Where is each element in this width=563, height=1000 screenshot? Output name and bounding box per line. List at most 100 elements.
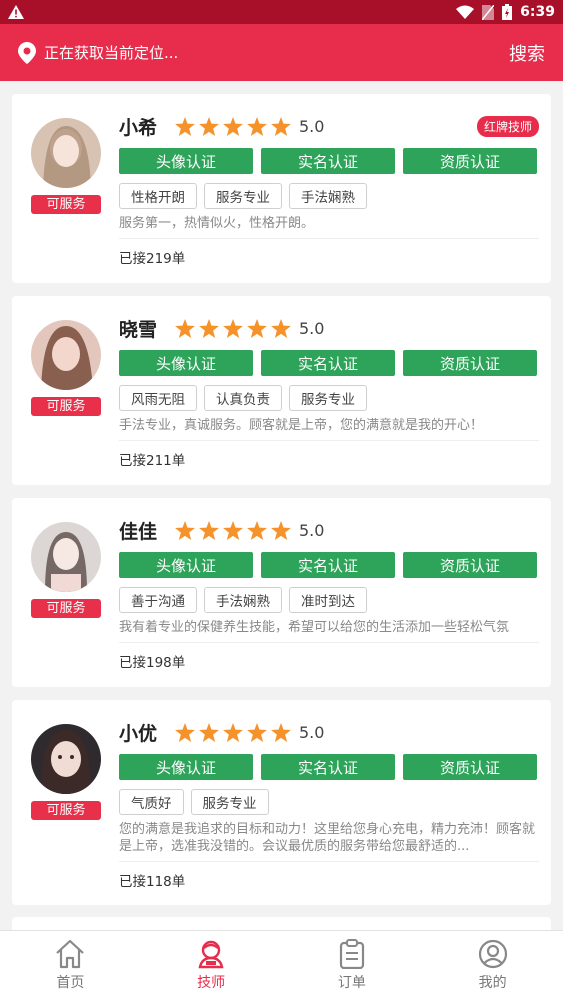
star-icon	[199, 520, 219, 540]
star-icon	[247, 722, 267, 742]
skill-tag: 风雨无阻	[119, 385, 197, 411]
avatar	[31, 724, 101, 794]
technician-description: 我有着专业的保健养生技能，希望可以给您的生活添加一些轻松气氛	[119, 620, 510, 635]
realname-cert-badge: 实名认证	[261, 552, 395, 578]
clock: 6:39	[520, 4, 555, 20]
wifi-icon	[456, 5, 475, 19]
star-icon	[223, 318, 243, 338]
star-icon	[223, 116, 243, 136]
skill-tag: 服务专业	[289, 385, 367, 411]
nav-label: 技师	[197, 975, 226, 991]
nav-item-mine[interactable]: 我的	[422, 931, 563, 1000]
clipboard-icon	[339, 939, 364, 969]
order-count: 已接211单	[119, 453, 186, 469]
skill-tag: 认真负责	[204, 385, 282, 411]
technician-card[interactable]: 可服务 小优 5.0 头像认证 实名认证 资质认证 气质好 服务专业 您的满意是…	[12, 700, 551, 905]
avatar	[31, 320, 101, 390]
technician-card[interactable]: 可服务 佳佳 5.0 头像认证 实名认证 资质认证 善于沟通 手法娴熟 准时到达…	[12, 498, 551, 687]
location-selector[interactable]: 正在获取当前定位...	[18, 41, 179, 64]
skill-tag: 服务专业	[204, 183, 282, 209]
nav-item-home[interactable]: 首页	[0, 931, 141, 1000]
status-badge: 可服务	[31, 801, 101, 820]
divider	[119, 440, 539, 441]
rating-value: 5.0	[299, 520, 325, 540]
technician-card[interactable]: 可服务 晓雪 5.0 头像认证 实名认证 资质认证 风雨无阻 认真负责 服务专业…	[12, 296, 551, 485]
skill-tag: 善于沟通	[119, 587, 197, 613]
technician-icon	[198, 940, 224, 969]
skill-tag: 手法娴熟	[289, 183, 367, 209]
avatar-cert-badge: 头像认证	[119, 350, 253, 376]
nav-label: 订单	[337, 975, 366, 991]
star-icon	[199, 722, 219, 742]
technician-description: 手法专业，真诚服务。顾客就是上帝，您的满意就是我的开心！	[119, 418, 484, 433]
divider	[119, 642, 539, 643]
star-rating	[175, 520, 291, 540]
search-button[interactable]: 搜索	[509, 40, 545, 66]
star-icon	[271, 520, 291, 540]
star-icon	[175, 116, 195, 136]
skill-tag: 性格开朗	[119, 183, 197, 209]
star-rating	[175, 116, 291, 136]
qualification-cert-badge: 资质认证	[403, 754, 537, 780]
avatar-cert-badge: 头像认证	[119, 754, 253, 780]
skill-tag: 手法娴熟	[204, 587, 282, 613]
location-text: 正在获取当前定位...	[44, 44, 179, 62]
nav-label: 我的	[478, 975, 507, 991]
rating-value: 5.0	[299, 318, 325, 338]
technician-list[interactable]: 可服务 小希 5.0 红牌技师 头像认证 实名认证 资质认证 性格开朗 服务专业…	[0, 81, 563, 931]
technician-name: 小希	[119, 116, 158, 139]
nav-item-technician[interactable]: 技师	[141, 931, 282, 1000]
qualification-cert-badge: 资质认证	[403, 350, 537, 376]
app-header: 正在获取当前定位... 搜索	[0, 24, 563, 81]
skill-tag: 准时到达	[289, 587, 367, 613]
technician-description: 服务第一，热情似火，性格开朗。	[119, 216, 315, 231]
star-icon	[175, 520, 195, 540]
technician-card[interactable]	[12, 917, 551, 931]
technician-name: 小优	[119, 722, 158, 745]
rating-value: 5.0	[299, 722, 325, 742]
avatar-cert-badge: 头像认证	[119, 148, 253, 174]
status-badge: 可服务	[31, 599, 101, 618]
nav-item-orders[interactable]: 订单	[282, 931, 423, 1000]
warning-icon	[8, 5, 24, 19]
status-badge: 可服务	[31, 195, 101, 214]
user-icon	[478, 939, 507, 969]
star-icon	[175, 722, 195, 742]
star-rating	[175, 722, 291, 742]
avatar-cert-badge: 头像认证	[119, 552, 253, 578]
star-icon	[199, 318, 219, 338]
home-icon	[56, 939, 85, 969]
bottom-nav: 首页 技师 订单 我的	[0, 930, 563, 1000]
star-icon	[271, 318, 291, 338]
technician-name: 佳佳	[119, 520, 158, 543]
status-badge: 可服务	[31, 397, 101, 416]
order-count: 已接219单	[119, 251, 186, 267]
realname-cert-badge: 实名认证	[261, 754, 395, 780]
realname-cert-badge: 实名认证	[261, 148, 395, 174]
skill-tag: 服务专业	[190, 789, 269, 815]
nav-label: 首页	[56, 975, 85, 991]
star-icon	[247, 520, 267, 540]
status-bar: 6:39	[0, 0, 563, 24]
star-icon	[199, 116, 219, 136]
divider	[119, 861, 539, 862]
star-icon	[223, 520, 243, 540]
no-sim-icon	[482, 4, 495, 20]
star-icon	[271, 116, 291, 136]
rating-value: 5.0	[299, 116, 325, 136]
battery-icon	[502, 4, 513, 20]
technician-description: 您的满意是我追求的目标和动力！这里给您身心充电，精力充沛！顾客就是上帝，选准我没…	[119, 822, 536, 854]
qualification-cert-badge: 资质认证	[403, 148, 537, 174]
red-brand-badge: 红牌技师	[476, 115, 539, 137]
order-count: 已接198单	[119, 655, 186, 671]
star-rating	[175, 318, 291, 338]
star-icon	[175, 318, 195, 338]
avatar	[31, 118, 101, 188]
star-icon	[247, 318, 267, 338]
star-icon	[223, 722, 243, 742]
skill-tag: 气质好	[119, 789, 184, 815]
avatar	[31, 522, 101, 592]
order-count: 已接118单	[119, 874, 186, 890]
qualification-cert-badge: 资质认证	[403, 552, 537, 578]
technician-card[interactable]: 可服务 小希 5.0 红牌技师 头像认证 实名认证 资质认证 性格开朗 服务专业…	[12, 94, 551, 283]
